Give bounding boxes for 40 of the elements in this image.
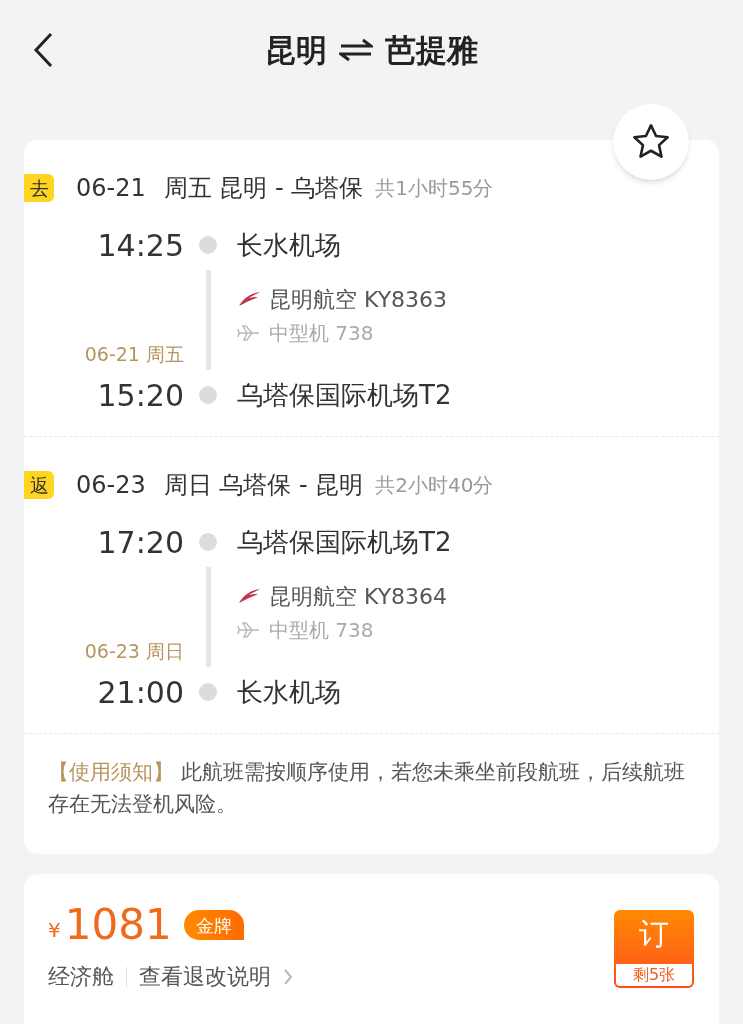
airline-flight: 昆明航空 KY8364 bbox=[269, 582, 448, 611]
arrival-date: 06-23 周日 bbox=[84, 638, 184, 664]
arrival-airport: 乌塔保国际机场T2 bbox=[237, 378, 452, 412]
segment-date: 06-21 bbox=[76, 173, 146, 204]
direction-tag: 去 bbox=[24, 174, 54, 202]
tier-badge: 金牌 bbox=[183, 910, 244, 940]
origin-city: 昆明 bbox=[265, 30, 327, 70]
remaining-seats: 剩5张 bbox=[616, 964, 692, 986]
departure-airport: 长水机场 bbox=[237, 228, 341, 262]
departure-time: 17:20 bbox=[97, 523, 184, 562]
fare-price: 1081 bbox=[64, 902, 172, 948]
arrival-airport: 长水机场 bbox=[237, 675, 341, 709]
departure-airport: 乌塔保国际机场T2 bbox=[237, 525, 452, 559]
book-button[interactable]: 订 剩5张 bbox=[614, 910, 694, 988]
aircraft-type: 中型机 738 bbox=[269, 616, 374, 644]
arrival-date: 06-21 周五 bbox=[84, 341, 184, 367]
chevron-right-icon bbox=[283, 967, 293, 986]
flight-duration: 共2小时40分 bbox=[375, 472, 494, 499]
segment-route: 周五 昆明 - 乌塔保 bbox=[163, 173, 364, 204]
destination-city: 芭提雅 bbox=[385, 30, 478, 70]
cabin-class: 经济舱 bbox=[48, 963, 114, 991]
arrival-time: 15:20 bbox=[97, 376, 184, 415]
departure-time: 14:25 bbox=[97, 226, 184, 265]
arrival-time: 21:00 bbox=[97, 673, 184, 712]
direction-tag: 返 bbox=[24, 471, 54, 499]
round-trip-arrows-icon bbox=[339, 38, 373, 62]
airline-logo-icon bbox=[237, 587, 261, 605]
favorite-button[interactable] bbox=[613, 104, 689, 180]
back-icon bbox=[33, 32, 53, 68]
airline-logo-icon bbox=[237, 290, 261, 308]
usage-notice: 【使用须知】 此航班需按顺序使用，若您未乘坐前段航班，后续航班存在无法登机风险。 bbox=[48, 759, 686, 818]
plane-icon bbox=[237, 323, 261, 342]
aircraft-type: 中型机 738 bbox=[269, 319, 374, 347]
plane-icon bbox=[237, 620, 261, 639]
flight-duration: 共1小时55分 bbox=[375, 175, 494, 202]
segment-route: 周日 乌塔保 - 昆明 bbox=[163, 470, 364, 501]
segment-date: 06-23 bbox=[76, 470, 146, 501]
currency-symbol: ¥ bbox=[48, 917, 61, 944]
airline-flight: 昆明航空 KY8363 bbox=[269, 285, 448, 314]
refund-rules-link[interactable]: 查看退改说明 bbox=[139, 960, 293, 993]
